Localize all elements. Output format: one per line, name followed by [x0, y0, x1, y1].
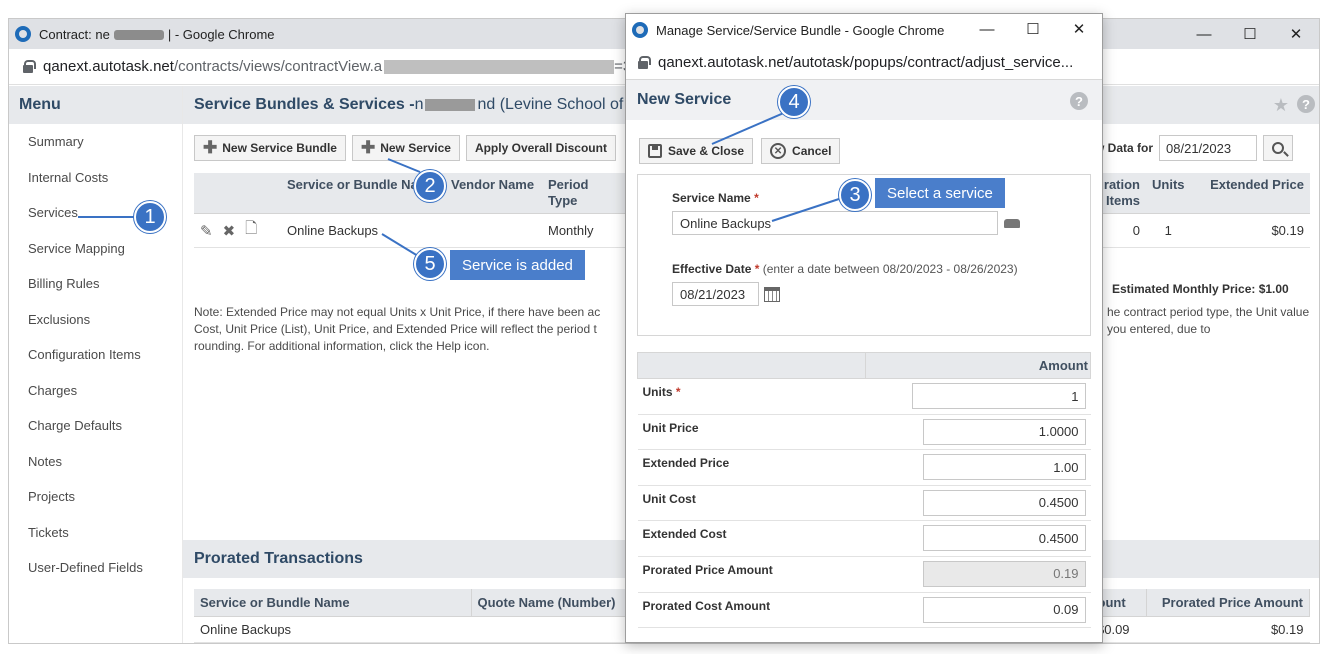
url-path: /contracts/views/contractView.a: [173, 58, 383, 75]
show-data-for: w Data for 08/21/2023: [1095, 135, 1294, 161]
main-window-controls: — ☐ ✕: [1181, 19, 1319, 49]
plus-icon: ✚: [203, 138, 218, 157]
sidebar: Menu Summary Internal Costs Services Ser…: [9, 86, 183, 643]
popup-title: Manage Service/Service Bundle - Google C…: [656, 22, 945, 38]
url-host: qanext.autotask.net: [43, 58, 174, 75]
popup-body: New Service ? Save & Close ✕ Cancel Servi…: [626, 80, 1102, 642]
save-close-button[interactable]: Save & Close: [639, 138, 754, 164]
show-data-date-input[interactable]: 08/21/2023: [1159, 135, 1258, 161]
header-icons: ★ ?: [1273, 95, 1315, 116]
popup-titlebar: Manage Service/Service Bundle - Google C…: [626, 14, 1102, 46]
popup-toolbar: Save & Close ✕ Cancel: [639, 138, 841, 164]
amount-row-units: Units * 1: [637, 378, 1091, 415]
units-input[interactable]: 1: [911, 383, 1086, 409]
amount-row-extended-price: Extended Price 1.00: [637, 449, 1091, 486]
apply-overall-discount-button[interactable]: Apply Overall Discount: [465, 135, 616, 161]
close-icon[interactable]: ✕: [1056, 14, 1102, 44]
plus-icon: ✚: [360, 138, 376, 157]
unit-price-input[interactable]: 1.0000: [922, 418, 1086, 445]
effective-date-field[interactable]: 08/21/2023: [672, 282, 759, 306]
service-name-field[interactable]: Online Backups: [672, 211, 998, 235]
period-type-cell: Monthly: [542, 213, 622, 248]
col-period-type: Period Type: [542, 173, 622, 214]
cancel-icon: ✕: [770, 143, 787, 159]
estimated-monthly-price: Estimated Monthly Price: $1.00: [1112, 282, 1289, 296]
callout-badge-1: 1: [134, 201, 166, 233]
cancel-button[interactable]: ✕ Cancel: [761, 138, 841, 164]
service-lookup-icon[interactable]: [1004, 219, 1020, 228]
callout-tip-service-added: Service is added: [450, 250, 585, 280]
main-window-title: Contract: ne | - Google Chrome: [39, 26, 275, 42]
minimize-icon[interactable]: —: [964, 14, 1010, 44]
sidebar-item-tickets[interactable]: Tickets: [9, 515, 182, 551]
minimize-icon[interactable]: —: [1181, 19, 1227, 49]
calendar-icon[interactable]: [764, 287, 780, 302]
popup-heading: New Service: [626, 80, 1102, 120]
sidebar-item-charges[interactable]: Charges: [9, 373, 182, 409]
new-service-button[interactable]: ✚ New Service: [351, 135, 460, 161]
unit-cost-input[interactable]: 0.4500: [922, 489, 1086, 516]
service-name-label: Service Name *: [672, 191, 759, 205]
new-service-bundle-button[interactable]: ✚ New Service Bundle: [194, 135, 346, 161]
sidebar-item-charge-defaults[interactable]: Charge Defaults: [9, 408, 182, 444]
extended-cost-input[interactable]: 0.4500: [922, 525, 1086, 552]
service-name-cell[interactable]: Online Backups: [281, 213, 445, 248]
search-icon: [1272, 142, 1285, 154]
callout-badge-4: 4: [778, 86, 810, 118]
sidebar-heading: Menu: [9, 86, 182, 124]
edit-icon[interactable]: ✎: [200, 222, 213, 240]
prorated-price-input: 0.19: [922, 560, 1086, 587]
autotask-icon: [15, 26, 31, 42]
amount-row-prorated-cost: Prorated Cost Amount 0.09: [637, 592, 1091, 629]
help-icon[interactable]: ?: [1297, 95, 1315, 113]
lock-icon: [23, 60, 36, 73]
col-extended-price: Extended Price: [1190, 173, 1310, 214]
services-toolbar: ✚ New Service Bundle ✚ New Service Apply O…: [194, 135, 616, 161]
sidebar-item-configuration-items[interactable]: Configuration Items: [9, 337, 182, 373]
extended-price-cell: $0.19: [1190, 213, 1310, 248]
sidebar-item-user-defined-fields[interactable]: User-Defined Fields: [9, 550, 182, 586]
callout-tip-select-service: Select a service: [875, 178, 1005, 208]
search-button[interactable]: [1263, 135, 1294, 161]
document-icon[interactable]: 🗋: [245, 218, 257, 243]
close-icon[interactable]: ✕: [1273, 19, 1319, 49]
sidebar-item-projects[interactable]: Projects: [9, 479, 182, 515]
col-prorated-price: Prorated Price Amount: [1146, 589, 1310, 617]
col-vendor-name: Vendor Name: [445, 173, 542, 214]
sidebar-item-service-mapping[interactable]: Service Mapping: [9, 231, 182, 267]
amount-row-unit-price: Unit Price 1.0000: [637, 414, 1091, 451]
save-icon: [648, 144, 662, 158]
effective-date-label: Effective Date * (enter a date between 0…: [672, 262, 1018, 276]
callout-badge-2: 2: [414, 170, 446, 202]
lock-icon: [638, 56, 651, 69]
amount-table: Amount Units * 1 Unit Price 1.0000 Exten…: [637, 352, 1091, 629]
amount-header: Amount: [865, 352, 1091, 379]
callout-badge-3: 3: [839, 179, 871, 211]
sidebar-item-billing-rules[interactable]: Billing Rules: [9, 266, 182, 302]
sidebar-item-notes[interactable]: Notes: [9, 444, 182, 480]
amount-row-extended-cost: Extended Cost 0.4500: [637, 520, 1091, 557]
amount-row-unit-cost: Unit Cost 0.4500: [637, 485, 1091, 522]
extended-price-input[interactable]: 1.00: [922, 454, 1086, 481]
star-icon[interactable]: ★: [1273, 95, 1289, 116]
maximize-icon[interactable]: ☐: [1010, 14, 1056, 44]
maximize-icon[interactable]: ☐: [1227, 19, 1273, 49]
units-cell: 1: [1146, 213, 1191, 248]
popup-url: qanext.autotask.net/autotask/popups/cont…: [658, 54, 1074, 71]
delete-icon[interactable]: ✖: [223, 222, 236, 240]
prorated-cost-input[interactable]: 0.09: [922, 596, 1086, 623]
col-units: Units: [1146, 173, 1191, 214]
popup-window-controls: — ☐ ✕: [964, 14, 1102, 44]
autotask-icon: [632, 22, 648, 38]
help-icon[interactable]: ?: [1070, 92, 1088, 110]
col-service-name: Service or Bundle Name: [194, 589, 472, 617]
manage-service-popup: Manage Service/Service Bundle - Google C…: [625, 13, 1103, 643]
sidebar-item-exclusions[interactable]: Exclusions: [9, 302, 182, 338]
sidebar-item-internal-costs[interactable]: Internal Costs: [9, 160, 182, 196]
callout-badge-5: 5: [414, 248, 446, 280]
sidebar-item-summary[interactable]: Summary: [9, 124, 182, 160]
popup-address-bar[interactable]: qanext.autotask.net/autotask/popups/cont…: [626, 46, 1102, 80]
amount-row-prorated-price: Prorated Price Amount 0.19: [637, 556, 1091, 593]
